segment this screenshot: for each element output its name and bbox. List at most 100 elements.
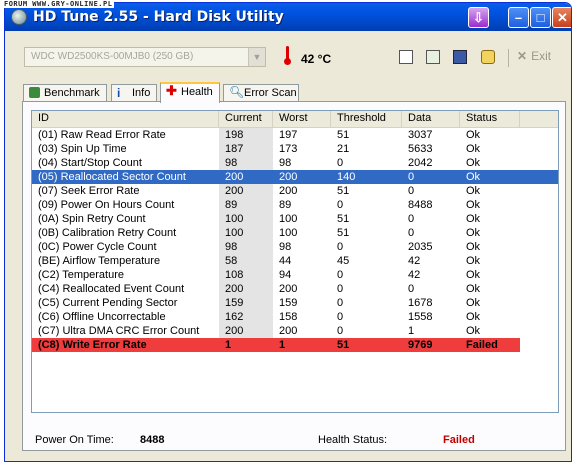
table-row[interactable]: (BE) Airflow Temperature 58 44 45 42 Ok — [32, 254, 558, 268]
table-row[interactable]: (C8) Write Error Rate 1 1 51 9769 Failed — [32, 338, 520, 352]
cell-current: 98 — [225, 157, 238, 169]
health-cross-icon: ✚ — [166, 83, 177, 98]
cell-worst: 94 — [279, 269, 292, 281]
cell-threshold: 0 — [337, 157, 344, 169]
table-row[interactable]: (C6) Offline Uncorrectable 162 158 0 1558 Ok — [32, 310, 558, 324]
cell-id: (05) Reallocated Sector Count — [38, 171, 186, 183]
cell-status: Ok — [466, 283, 481, 295]
cell-status: Ok — [466, 185, 481, 197]
tab-benchmark[interactable]: Benchmark — [23, 84, 107, 102]
cell-data: 1 — [408, 325, 415, 337]
tab-health[interactable]: ✚ Health — [160, 82, 220, 103]
cell-threshold: 0 — [337, 269, 344, 281]
cell-threshold: 51 — [337, 129, 350, 141]
column-header-current[interactable]: Current — [219, 111, 273, 127]
tab-health-label: Health — [181, 86, 213, 98]
table-row[interactable]: (0C) Power Cycle Count 98 98 0 2035 Ok — [32, 240, 558, 254]
table-header: ID Current Worst Threshold Data Status — [32, 111, 558, 128]
app-icon — [11, 9, 27, 25]
exit-button[interactable]: ✕ Exit — [517, 49, 551, 63]
status-footer: Power On Time: 8488 Health Status: Faile… — [23, 422, 565, 452]
table-row[interactable]: (07) Seek Error Rate 200 200 51 0 Ok — [32, 184, 558, 198]
cell-worst: 197 — [279, 129, 298, 141]
column-header-status[interactable]: Status — [460, 111, 520, 127]
minimize-button[interactable]: – — [508, 7, 529, 28]
cell-id: (BE) Airflow Temperature — [38, 255, 161, 267]
cell-data: 42 — [408, 255, 421, 267]
cell-data: 0 — [408, 185, 415, 197]
close-button[interactable]: ✕ — [552, 7, 571, 28]
cell-threshold: 51 — [337, 213, 350, 225]
cell-data: 9769 — [408, 339, 433, 351]
table-row[interactable]: (04) Start/Stop Count 98 98 0 2042 Ok — [32, 156, 558, 170]
cell-worst: 98 — [279, 157, 292, 169]
tab-info[interactable]: i Info — [111, 84, 157, 102]
column-header-threshold[interactable]: Threshold — [331, 111, 402, 127]
cell-data: 0 — [408, 283, 415, 295]
drive-select[interactable]: WDC WD2500KS-00MJB0 (250 GB) ▼ — [24, 47, 266, 67]
cell-status: Ok — [466, 227, 481, 239]
maximize-button[interactable]: □ — [530, 7, 551, 28]
table-row[interactable]: (0A) Spin Retry Count 100 100 51 0 Ok — [32, 212, 558, 226]
cell-id: (C8) Write Error Rate — [38, 339, 147, 351]
copy-icon[interactable] — [399, 50, 413, 64]
cell-status: Ok — [466, 199, 481, 211]
cell-current: 187 — [225, 143, 244, 155]
cell-worst: 1 — [279, 339, 286, 351]
health-status-value: Failed — [443, 434, 475, 446]
tab-error-scan[interactable]: 🔍︎ Error Scan — [223, 84, 299, 102]
table-row[interactable]: (C7) Ultra DMA CRC Error Count 200 200 0 1 Ok — [32, 324, 558, 338]
cell-id: (C5) Current Pending Sector — [38, 297, 178, 309]
table-row[interactable]: (C2) Temperature 108 94 0 42 Ok — [32, 268, 558, 282]
health-status-label: Health Status: — [318, 434, 388, 446]
cell-status: Ok — [466, 213, 481, 225]
table-row[interactable]: (03) Spin Up Time 187 173 21 5633 Ok — [32, 142, 558, 156]
table-row[interactable]: (09) Power On Hours Count 89 89 0 8488 Ok — [32, 198, 558, 212]
cell-current: 198 — [225, 129, 244, 141]
cell-status: Ok — [466, 143, 481, 155]
cell-worst: 200 — [279, 283, 298, 295]
save-icon[interactable] — [453, 50, 467, 64]
table-row[interactable]: (01) Raw Read Error Rate 198 197 51 3037 Ok — [32, 128, 558, 142]
chevron-down-icon[interactable]: ▼ — [248, 48, 265, 66]
cell-worst: 200 — [279, 171, 298, 183]
toolbar: WDC WD2500KS-00MJB0 (250 GB) ▼ 42 °C ✕ Ex… — [5, 33, 571, 77]
cell-id: (0C) Power Cycle Count — [38, 241, 157, 253]
app-window: HD Tune 2.55 - Hard Disk Utility ⇩ – □ ✕… — [4, 2, 572, 462]
tab-benchmark-label: Benchmark — [44, 87, 100, 99]
column-header-worst[interactable]: Worst — [273, 111, 331, 127]
cell-current: 100 — [225, 213, 244, 225]
cell-data: 0 — [408, 227, 415, 239]
cell-worst: 173 — [279, 143, 298, 155]
cell-id: (09) Power On Hours Count — [38, 199, 175, 211]
download-icon[interactable]: ⇩ — [468, 7, 489, 28]
cell-current: 58 — [225, 255, 238, 267]
cell-worst: 158 — [279, 311, 298, 323]
cell-status: Ok — [466, 129, 481, 141]
window-title: HD Tune 2.55 - Hard Disk Utility — [33, 9, 284, 25]
power-on-value: 8488 — [140, 434, 165, 446]
cell-threshold: 0 — [337, 311, 344, 323]
options-icon[interactable] — [481, 50, 495, 64]
info-icon: i — [117, 86, 121, 100]
smart-table[interactable]: ID Current Worst Threshold Data Status (… — [31, 110, 559, 413]
copy-all-icon[interactable] — [426, 50, 440, 64]
column-header-id[interactable]: ID — [32, 111, 219, 127]
column-header-data[interactable]: Data — [402, 111, 460, 127]
magnifier-icon: 🔍︎ — [229, 85, 245, 99]
table-row[interactable]: (C5) Current Pending Sector 159 159 0 1678 Ok — [32, 296, 558, 310]
cell-current: 200 — [225, 185, 244, 197]
cell-status: Ok — [466, 157, 481, 169]
table-row[interactable]: (0B) Calibration Retry Count 100 100 51 0 Ok — [32, 226, 558, 240]
cell-threshold: 0 — [337, 325, 344, 337]
table-row[interactable]: (05) Reallocated Sector Count 200 200 140 0 O… — [32, 170, 558, 184]
cell-data: 0 — [408, 213, 415, 225]
cell-worst: 89 — [279, 199, 292, 211]
table-row[interactable]: (C4) Reallocated Event Count 200 200 0 0 Ok — [32, 282, 558, 296]
cell-threshold: 0 — [337, 241, 344, 253]
cell-data: 0 — [408, 171, 415, 183]
tab-error-scan-label: Error Scan — [244, 87, 297, 99]
cell-current: 200 — [225, 283, 244, 295]
health-panel: ID Current Worst Threshold Data Status (… — [22, 101, 566, 451]
cell-threshold: 21 — [337, 143, 350, 155]
